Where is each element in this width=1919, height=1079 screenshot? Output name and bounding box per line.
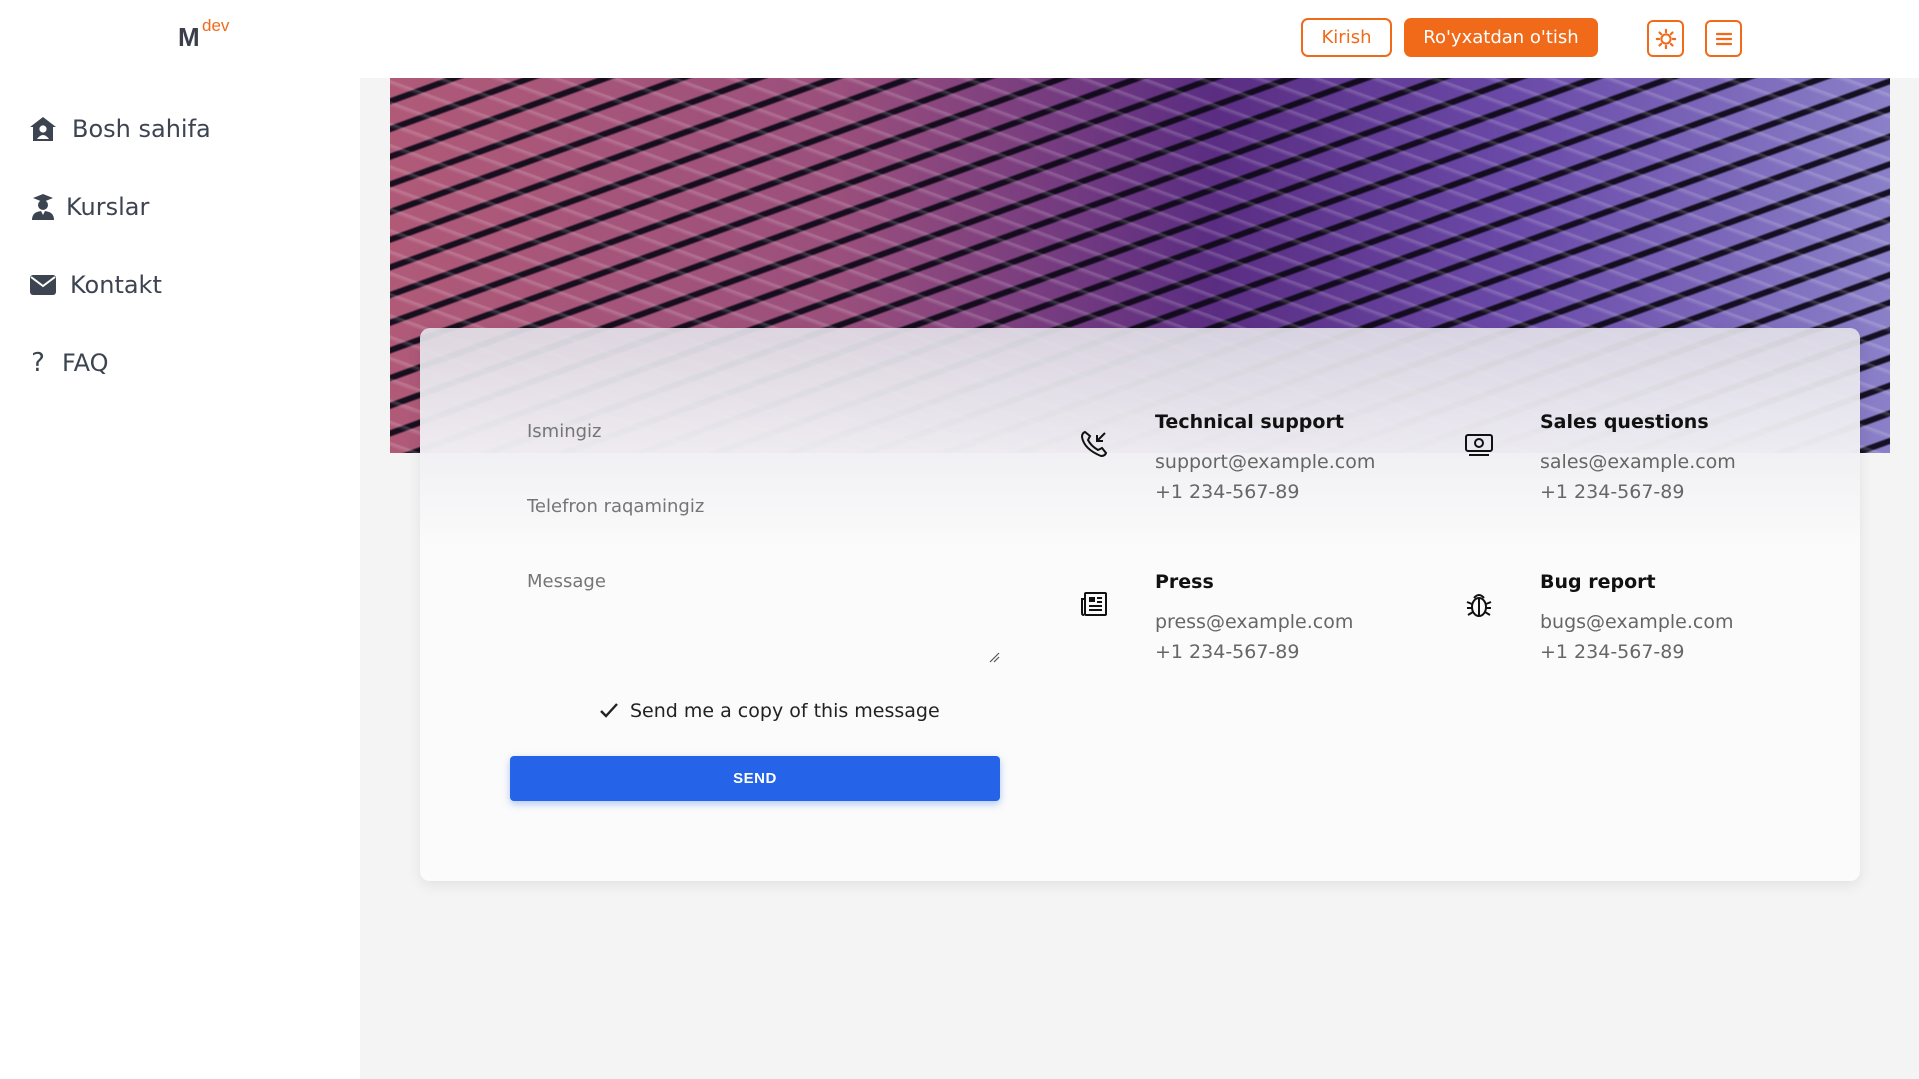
copy-checkbox[interactable]	[598, 700, 620, 722]
question-icon: ?	[31, 348, 45, 378]
logo[interactable]: M dev	[178, 16, 229, 53]
sidebar-item-faq[interactable]: ? FAQ	[28, 348, 109, 378]
sidebar-item-label: Kontakt	[70, 271, 162, 299]
contact-email[interactable]: sales@example.com	[1540, 451, 1736, 473]
phone-incoming-icon	[1077, 427, 1111, 461]
graduate-icon	[28, 192, 58, 222]
contact-phone: +1 234-567-89	[1540, 641, 1685, 663]
sidebar-item-courses[interactable]: Kurslar	[28, 192, 149, 222]
checkmark-icon	[600, 703, 618, 718]
sidebar-item-label: FAQ	[62, 349, 109, 377]
sidebar-item-label: Bosh sahifa	[72, 115, 211, 143]
sidebar: Bosh sahifa Kurslar Kontakt ? FAQ	[0, 78, 360, 1079]
message-textarea[interactable]	[525, 569, 1014, 653]
sidebar-item-home[interactable]: Bosh sahifa	[28, 114, 211, 144]
envelope-icon	[28, 270, 58, 300]
register-button[interactable]: Ro'yxatdan o'tish	[1404, 18, 1598, 57]
money-icon	[1462, 427, 1496, 461]
logo-main: M	[178, 22, 200, 52]
sidebar-item-label: Kurslar	[66, 193, 150, 221]
top-navbar: M dev Kirish Ro'yxatdan o'tish	[0, 0, 1919, 78]
resize-grip-icon[interactable]	[988, 651, 1000, 663]
send-button[interactable]: SEND	[510, 756, 1000, 801]
contact-title: Sales questions	[1540, 411, 1709, 433]
contact-title: Technical support	[1155, 411, 1344, 433]
home-user-icon	[28, 114, 58, 144]
contact-email[interactable]: press@example.com	[1155, 611, 1353, 633]
theme-toggle-button[interactable]	[1647, 20, 1684, 57]
copy-checkbox-label: Send me a copy of this message	[630, 700, 940, 722]
logo-superscript: dev	[202, 16, 230, 35]
contact-title: Press	[1155, 571, 1214, 593]
login-button[interactable]: Kirish	[1301, 18, 1392, 57]
sidebar-item-contact[interactable]: Kontakt	[28, 270, 162, 300]
contact-email[interactable]: support@example.com	[1155, 451, 1375, 473]
copy-checkbox-row[interactable]: Send me a copy of this message	[598, 700, 940, 722]
contact-phone: +1 234-567-89	[1540, 481, 1685, 503]
contact-phone: +1 234-567-89	[1155, 481, 1300, 503]
sun-gear-icon	[1655, 28, 1676, 49]
name-input[interactable]	[525, 420, 1014, 443]
contact-title: Bug report	[1540, 571, 1656, 593]
menu-button[interactable]	[1705, 20, 1742, 57]
bug-icon	[1462, 587, 1496, 621]
contact-phone: +1 234-567-89	[1155, 641, 1300, 663]
contact-email[interactable]: bugs@example.com	[1540, 611, 1733, 633]
hamburger-icon	[1715, 32, 1732, 45]
phone-input[interactable]	[525, 495, 1014, 518]
newspaper-icon	[1077, 587, 1111, 621]
